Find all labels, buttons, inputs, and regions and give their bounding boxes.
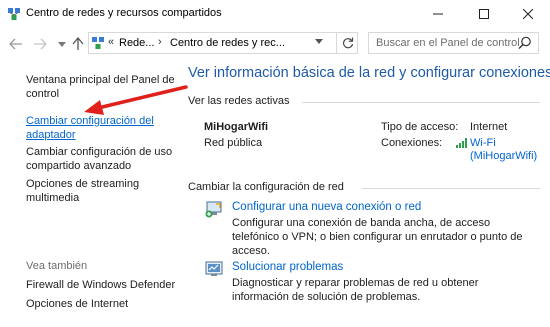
- breadcrumb-item-network-center[interactable]: Centro de redes y rec...: [170, 37, 285, 49]
- section-divider: [362, 188, 540, 189]
- forward-button[interactable]: [32, 36, 48, 52]
- chevron-down-icon: [315, 39, 323, 44]
- maximize-icon: [479, 9, 489, 19]
- breadcrumb-separator[interactable]: ›: [158, 36, 162, 48]
- access-type-value: Internet: [470, 121, 508, 133]
- recent-locations-button[interactable]: [54, 36, 70, 52]
- window-title: Centro de redes y recursos compartidos: [26, 7, 222, 19]
- troubleshoot-description: Diagnosticar y reparar problemas de red …: [232, 277, 479, 303]
- arrow-right-icon: [34, 38, 47, 50]
- new-connection-icon: [205, 201, 222, 218]
- section-divider: [302, 102, 540, 103]
- page-title: Ver información básica de la red y confi…: [188, 65, 550, 81]
- chevron-down-icon: [58, 41, 66, 47]
- refresh-icon: [342, 37, 354, 49]
- up-button[interactable]: [70, 36, 86, 52]
- sidebar-link-media-streaming[interactable]: Opciones de streaming multimedia: [26, 177, 176, 205]
- connections-label: Conexiones:: [381, 137, 443, 149]
- annotation-arrow-icon: [84, 85, 188, 115]
- breadcrumb-overflow[interactable]: «: [108, 36, 114, 48]
- setup-new-connection-link[interactable]: Configurar una nueva conexión o red: [232, 201, 421, 213]
- see-also-link-firewall[interactable]: Firewall de Windows Defender: [26, 278, 176, 292]
- refresh-button[interactable]: [336, 33, 359, 53]
- control-panel-icon: [92, 37, 104, 49]
- sidebar-link-change-adapter-settings[interactable]: Cambiar configuración del adaptador: [26, 114, 176, 142]
- setup-new-connection-description: Configurar una conexión de banda ancha, …: [232, 217, 523, 257]
- back-button[interactable]: [8, 36, 24, 52]
- active-networks-heading: Ver las redes activas: [188, 95, 290, 107]
- arrow-up-icon: [72, 37, 84, 50]
- network-name: MiHogarWifi: [204, 121, 269, 133]
- maximize-button[interactable]: [462, 0, 506, 28]
- wifi-connection-link[interactable]: Wi-Fi (MiHogarWifi): [470, 137, 537, 163]
- sidebar-link-advanced-sharing[interactable]: Cambiar configuración de uso compartido …: [26, 145, 176, 173]
- access-type-label: Tipo de acceso:: [381, 121, 459, 133]
- close-icon: [523, 9, 533, 19]
- minimize-icon: [433, 13, 443, 15]
- close-button[interactable]: [506, 0, 550, 28]
- network-center-icon: [8, 8, 20, 20]
- network-category-link[interactable]: Red pública: [204, 137, 262, 149]
- change-settings-heading: Cambiar la configuración de red: [188, 181, 344, 193]
- wifi-connection-name[interactable]: Wi-Fi: [470, 137, 496, 149]
- address-dropdown-button[interactable]: [315, 36, 323, 46]
- arrow-left-icon: [9, 38, 22, 50]
- wifi-connection-ssid[interactable]: (MiHogarWifi): [470, 150, 537, 162]
- breadcrumb-item-redes[interactable]: Rede...: [119, 37, 154, 49]
- troubleshoot-icon: [205, 261, 223, 276]
- troubleshoot-link[interactable]: Solucionar problemas: [232, 261, 343, 273]
- see-also-heading: Vea también: [26, 260, 88, 272]
- wifi-signal-icon: [456, 138, 467, 148]
- search-icon[interactable]: [518, 36, 532, 50]
- minimize-button[interactable]: [416, 0, 460, 28]
- search-placeholder[interactable]: Buscar en el Panel de control: [376, 37, 520, 49]
- see-also-link-internet-options[interactable]: Opciones de Internet: [26, 297, 176, 311]
